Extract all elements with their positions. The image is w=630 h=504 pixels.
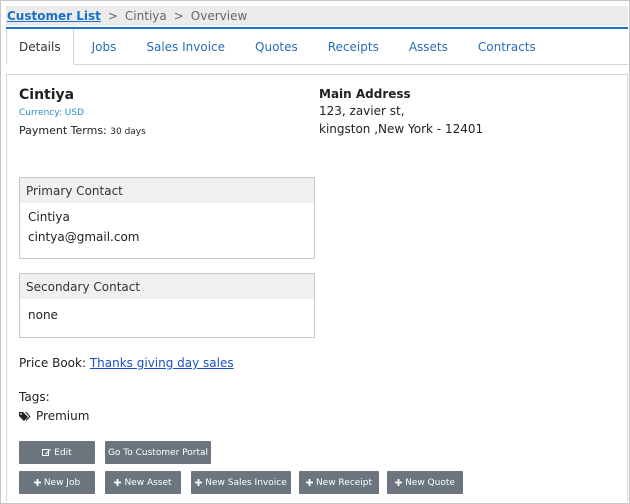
secondary-contact-value: none (28, 308, 58, 322)
primary-contact-card: Primary Contact Cintiya cintya@gmail.com (19, 177, 315, 259)
tab-sales-invoice[interactable]: Sales Invoice (134, 29, 237, 64)
price-book-label: Price Book: (19, 356, 86, 370)
secondary-contact-body: none (20, 299, 314, 329)
primary-contact-name: Cintiya (28, 210, 70, 224)
breadcrumb-customer: Cintiya (124, 9, 167, 23)
breadcrumb-customer-list-link[interactable]: Customer List (7, 9, 101, 23)
new-job-label: New Job (43, 477, 81, 488)
new-receipt-label: New Receipt (315, 477, 373, 488)
plus-icon (395, 479, 403, 486)
new-quote-button[interactable]: New Quote (387, 471, 463, 494)
payment-terms-value: 30 days (110, 127, 146, 137)
go-to-customer-portal-button[interactable]: Go To Customer Portal (105, 441, 211, 464)
plus-icon (114, 479, 122, 486)
plus-icon (195, 479, 203, 486)
details-panel: Cintiya Currency: USD Payment Terms: 30 … (6, 74, 628, 501)
new-asset-label: New Asset (124, 477, 172, 488)
payment-terms: Payment Terms: 30 days (19, 124, 146, 137)
tab-bar: Details Jobs Sales Invoice Quotes Receip… (6, 27, 628, 65)
edit-button-label: Edit (54, 447, 72, 458)
primary-contact-body: Cintiya cintya@gmail.com (20, 203, 314, 251)
breadcrumb-separator: > (173, 9, 184, 23)
tag-item: Premium (19, 409, 89, 423)
tab-contracts[interactable]: Contracts (466, 29, 548, 64)
plus-icon (33, 479, 41, 486)
breadcrumb-current: Overview (190, 9, 248, 23)
new-sales-invoice-button[interactable]: New Sales Invoice (191, 471, 291, 494)
plus-icon (305, 479, 313, 486)
breadcrumb-separator: > (107, 9, 118, 23)
price-book-link[interactable]: Thanks giving day sales (90, 356, 234, 370)
breadcrumb: Customer List > Cintiya > Overview (6, 6, 628, 26)
edit-button[interactable]: Edit (19, 441, 95, 464)
address-line-2: kingston ,New York - 12401 (319, 122, 484, 136)
new-quote-label: New Quote (405, 477, 455, 488)
new-sales-invoice-label: New Sales Invoice (205, 477, 287, 488)
tab-details[interactable]: Details (6, 29, 74, 65)
tags-icon (19, 411, 31, 421)
new-receipt-button[interactable]: New Receipt (299, 471, 379, 494)
tab-quotes[interactable]: Quotes (243, 29, 310, 64)
tab-assets[interactable]: Assets (397, 29, 460, 64)
tags-label: Tags: (19, 390, 50, 404)
main-address-title: Main Address (319, 87, 411, 101)
customer-portal-button-label: Go To Customer Portal (107, 447, 209, 458)
tab-jobs[interactable]: Jobs (80, 29, 129, 64)
primary-contact-title: Primary Contact (20, 178, 314, 203)
customer-name: Cintiya (19, 87, 75, 103)
new-job-button[interactable]: New Job (19, 471, 95, 494)
customer-overview-frame: Customer List > Cintiya > Overview Detai… (0, 0, 630, 504)
address-line-1: 123, zavier st, (319, 104, 405, 118)
price-book: Price Book: Thanks giving day sales (19, 356, 234, 370)
edit-icon (42, 449, 52, 456)
new-asset-button[interactable]: New Asset (105, 471, 181, 494)
tab-receipts[interactable]: Receipts (316, 29, 391, 64)
primary-contact-email: cintya@gmail.com (28, 230, 140, 244)
payment-terms-label: Payment Terms: (19, 124, 107, 137)
secondary-contact-title: Secondary Contact (20, 274, 314, 299)
customer-currency: Currency: USD (19, 108, 85, 118)
tag-premium: Premium (36, 409, 90, 423)
secondary-contact-card: Secondary Contact none (19, 273, 315, 338)
